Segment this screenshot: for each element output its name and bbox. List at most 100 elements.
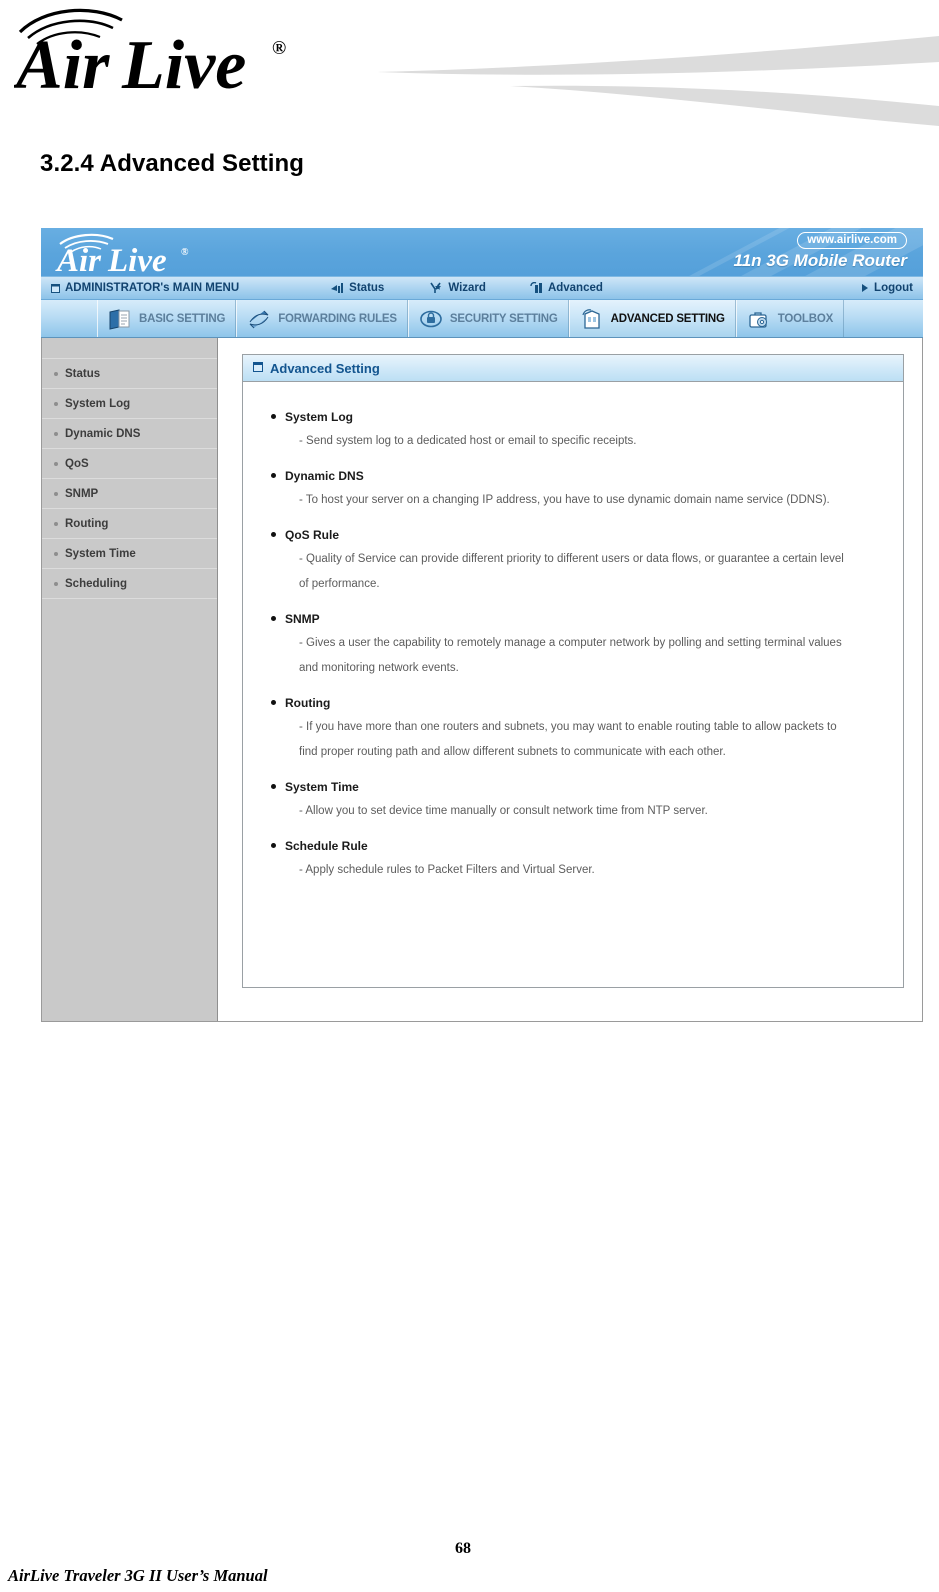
tab-label: SECURITY SETTING <box>449 312 558 325</box>
nav-item-main-menu[interactable]: ADMINISTRATOR's MAIN MENU <box>51 282 239 294</box>
ui-banner: Air Live ® www.airlive.com 11n 3G Mobile… <box>41 228 923 276</box>
sidebar-item-label: Dynamic DNS <box>65 427 141 440</box>
sidebar-item-label: Routing <box>65 517 109 530</box>
list-item: System Log - Send system log to a dedica… <box>271 410 885 454</box>
sidebar-item-label: System Log <box>65 397 131 410</box>
lock-shield-icon <box>419 308 443 330</box>
bullet-icon <box>54 551 58 556</box>
ui-body: Status System Log Dynamic DNS QoS SNMP R… <box>41 338 923 1022</box>
item-name: SNMP <box>285 612 320 626</box>
arrows-icon <box>247 308 271 330</box>
documents-icon <box>108 308 132 330</box>
window-icon <box>253 359 263 377</box>
sidebar-item-label: Scheduling <box>65 577 127 590</box>
sidebar-divider <box>42 598 217 600</box>
item-description: - To host your server on a changing IP a… <box>299 494 830 506</box>
ui-tab-bar: BASIC SETTING FORWARDING RULES SECURITY … <box>41 300 923 338</box>
tab-label: FORWARDING RULES <box>278 312 397 325</box>
list-item: System Time - Allow you to set device ti… <box>271 780 885 824</box>
tab-security-setting[interactable]: SECURITY SETTING <box>407 300 569 337</box>
wand-icon <box>430 282 443 294</box>
building-icon <box>580 308 604 330</box>
bullet-icon <box>54 491 58 496</box>
bullet-icon <box>54 461 58 466</box>
window-icon <box>51 283 60 293</box>
list-item: Dynamic DNS - To host your server on a c… <box>271 469 885 513</box>
main-content: Advanced Setting System Log - Send syste… <box>218 338 922 1021</box>
bullet-icon <box>271 843 276 848</box>
ui-nav-bar: ADMINISTRATOR's MAIN MENU Status Wizard … <box>41 276 923 300</box>
svg-text:Live: Live <box>107 243 167 275</box>
nav-label: ADMINISTRATOR's MAIN MENU <box>65 282 240 294</box>
bullet-icon <box>54 431 58 436</box>
bullet-icon <box>271 700 276 705</box>
item-description: - Allow you to set device time manually … <box>299 805 708 817</box>
sidebar-item-label: SNMP <box>65 487 99 500</box>
tab-label: BASIC SETTING <box>139 312 226 325</box>
svg-text:Live: Live <box>121 27 246 102</box>
tab-advanced-setting[interactable]: ADVANCED SETTING <box>568 300 736 337</box>
bullet-icon <box>271 473 276 478</box>
panel-title: Advanced Setting <box>270 360 380 376</box>
page-title: 3.2.4 Advanced Setting <box>40 150 305 177</box>
item-description: - Send system log to a dedicated host or… <box>299 435 637 447</box>
nav-item-wizard[interactable]: Wizard <box>430 282 486 294</box>
list-item: QoS Rule - Quality of Service can provid… <box>271 528 885 597</box>
page-number: 68 <box>455 1540 471 1557</box>
sidebar-item-snmp[interactable]: SNMP <box>42 478 217 508</box>
sidebar-item-qos[interactable]: QoS <box>42 448 217 478</box>
bullet-icon <box>271 784 276 789</box>
nav-item-status[interactable]: Status <box>331 282 384 294</box>
sidebar-item-label: Status <box>65 367 101 380</box>
sidebar: Status System Log Dynamic DNS QoS SNMP R… <box>42 338 218 1021</box>
sidebar-item-system-time[interactable]: System Time <box>42 538 217 568</box>
tab-forwarding-rules[interactable]: FORWARDING RULES <box>236 300 408 337</box>
item-name: Dynamic DNS <box>285 469 364 483</box>
bullet-icon <box>54 521 58 526</box>
nav-item-advanced[interactable]: Advanced <box>530 281 603 294</box>
nav-label: Advanced <box>547 282 603 294</box>
sidebar-item-scheduling[interactable]: Scheduling <box>42 568 217 598</box>
item-heading: System Time <box>271 780 885 794</box>
tab-label: TOOLBOX <box>777 312 834 325</box>
tab-basic-setting[interactable]: BASIC SETTING <box>97 300 237 337</box>
router-admin-ui: Air Live ® www.airlive.com 11n 3G Mobile… <box>41 228 923 1022</box>
nav-label: Status <box>349 282 385 294</box>
item-heading: Routing <box>271 696 885 710</box>
toolbox-icon <box>747 308 771 330</box>
item-heading: System Log <box>271 410 885 424</box>
item-name: Schedule Rule <box>285 839 368 853</box>
item-heading: QoS Rule <box>271 528 885 542</box>
sidebar-item-system-log[interactable]: System Log <box>42 388 217 418</box>
panel-header: Advanced Setting <box>243 355 903 382</box>
sidebar-item-label: QoS <box>65 457 89 470</box>
item-name: System Time <box>285 780 359 794</box>
list-item: Routing - If you have more than one rout… <box>271 696 885 765</box>
bullet-icon <box>271 532 276 537</box>
nav-item-logout[interactable]: Logout <box>862 282 913 294</box>
tab-toolbox[interactable]: TOOLBOX <box>735 300 845 337</box>
nav-label: Wizard <box>448 282 486 294</box>
arrow-right-icon <box>862 284 869 292</box>
item-heading: SNMP <box>271 612 885 626</box>
item-description: - Gives a user the capability to remotel… <box>299 637 842 674</box>
sidebar-item-status[interactable]: Status <box>42 358 217 388</box>
item-name: System Log <box>285 410 354 424</box>
svg-text:®: ® <box>272 38 286 59</box>
item-name: Routing <box>285 696 331 710</box>
item-name: QoS Rule <box>285 528 340 542</box>
sidebar-item-routing[interactable]: Routing <box>42 508 217 538</box>
footer-title: AirLive Traveler 3G II User’s Manual <box>8 1566 268 1585</box>
nav-label: Logout <box>874 282 913 294</box>
item-description: - If you have more than one routers and … <box>299 721 837 758</box>
website-badge[interactable]: www.airlive.com <box>797 232 907 249</box>
svg-text:Air: Air <box>55 243 102 275</box>
list-item: SNMP - Gives a user the capability to re… <box>271 612 885 681</box>
tab-label: ADVANCED SETTING <box>610 312 725 325</box>
advanced-setting-panel: Advanced Setting System Log - Send syste… <box>242 354 904 988</box>
sidebar-item-dynamic-dns[interactable]: Dynamic DNS <box>42 418 217 448</box>
svg-text:Air: Air <box>14 27 110 102</box>
list-item: Schedule Rule - Apply schedule rules to … <box>271 839 885 883</box>
airlive-logo-white: Air Live ® <box>55 233 189 275</box>
sidebar-item-label: System Time <box>65 547 136 560</box>
